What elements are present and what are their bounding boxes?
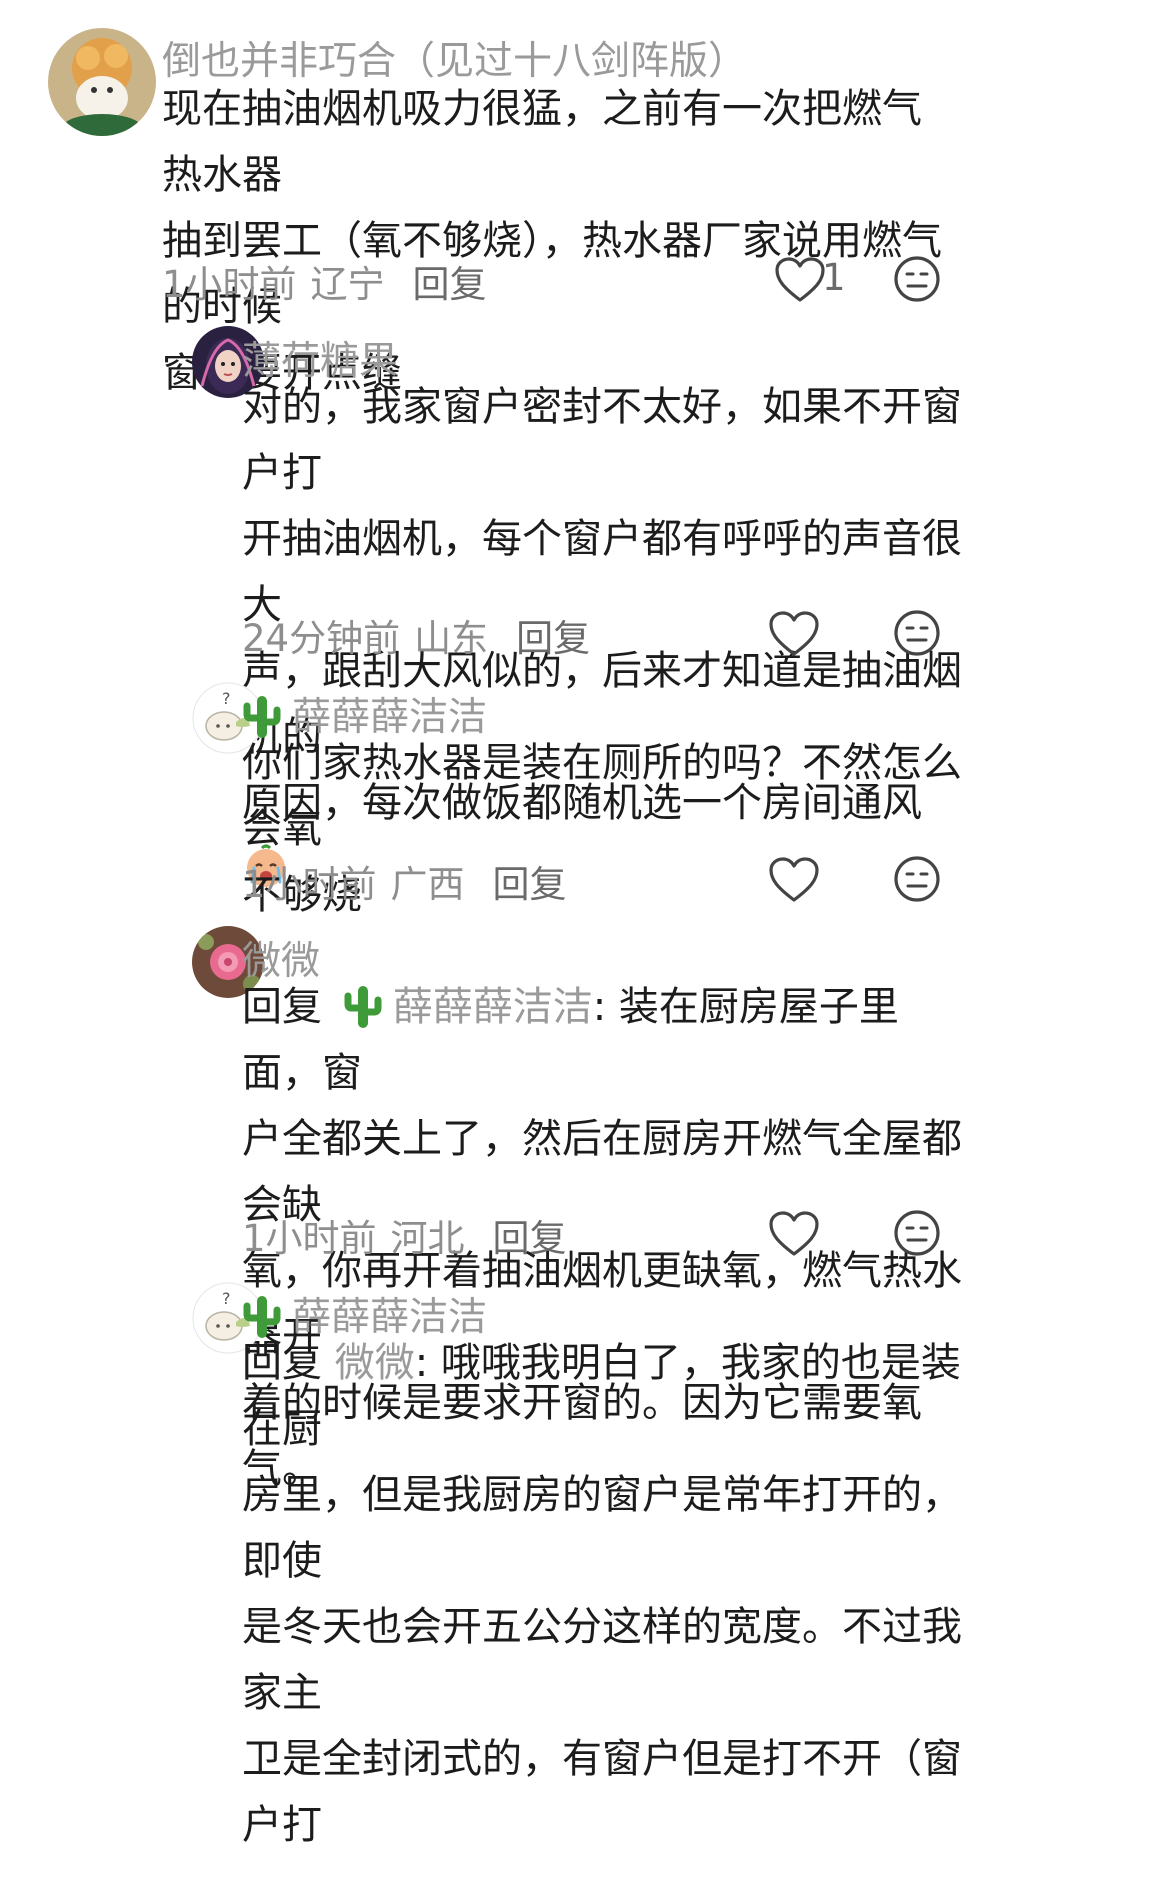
comment-text-line: 卫是全封闭式的，有窗户但是打不开（窗户打 [242, 1736, 962, 1848]
comment-text-line: 房里，但是我厨房的窗户是常年打开的，即使 [242, 1472, 962, 1584]
comment-location: 山东 [414, 617, 489, 660]
neutral-face-icon[interactable] [892, 254, 942, 304]
comment-time: 24分钟前 [242, 617, 401, 660]
comment-text-line: 你们家热水器是装在厕所的吗？不然怎么会氧 [242, 740, 962, 852]
comment-time: 1小时前 [242, 863, 377, 906]
reply-button[interactable]: 回复 [413, 263, 487, 306]
reply-to-username[interactable]: 薛薛薛洁洁 [393, 984, 593, 1030]
reply-prefix: 回复 [242, 1340, 322, 1386]
cactus-icon [344, 986, 382, 1028]
comment-meta: 1小时前 广西 回复 [242, 854, 567, 908]
reply-button[interactable]: 回复 [516, 617, 590, 660]
svg-text:?: ? [222, 689, 231, 708]
comment-meta: 24分钟前 山东 回复 [242, 608, 590, 662]
comment-text-line: 现在抽油烟机吸力很猛，之前有一次把燃气热水器 [162, 86, 922, 198]
comment-meta: 1小时前 河北 回复 [242, 1208, 567, 1262]
comment-text: 回复 微微: 哦哦我明白了，我家的也是装在厨 房里，但是我厨房的窗户是常年打开的… [242, 1330, 962, 1858]
reply-prefix: 回复 [242, 984, 322, 1030]
comment-location: 广西 [390, 863, 465, 906]
comment-text-line: 对的，我家窗户密封不太好，如果不开窗户打 [242, 384, 962, 496]
avatar-image [48, 28, 156, 136]
heart-icon[interactable] [768, 1210, 820, 1258]
comment-time: 1小时前 [242, 1217, 377, 1260]
comment-time: 1小时前 [162, 263, 297, 306]
heart-icon[interactable] [774, 256, 826, 304]
comment-text-line: 是冬天也会开五公分这样的宽度。不过我家主 [242, 1604, 962, 1716]
svg-text:?: ? [222, 1289, 231, 1308]
reply-to-username[interactable]: 微微 [335, 1340, 415, 1386]
reply-button[interactable]: 回复 [493, 863, 567, 906]
comment-location: 辽宁 [310, 263, 385, 306]
reply-button[interactable]: 回复 [493, 1217, 567, 1260]
avatar[interactable] [48, 28, 156, 136]
neutral-face-icon[interactable] [892, 608, 942, 658]
neutral-face-icon[interactable] [892, 1208, 942, 1258]
heart-icon[interactable] [768, 610, 820, 658]
comment-text-line-with-reply: 回复 薛薛薛洁洁: 装在厨房屋子里面，窗 [242, 974, 962, 1106]
heart-icon[interactable] [768, 856, 820, 904]
comment-location: 河北 [390, 1217, 465, 1260]
comment-text-line-with-reply: 回复 微微: 哦哦我明白了，我家的也是装在厨 [242, 1330, 962, 1462]
like-count: 1 [822, 256, 846, 299]
comment-meta: 1小时前 辽宁 回复 [162, 254, 487, 308]
neutral-face-icon[interactable] [892, 854, 942, 904]
